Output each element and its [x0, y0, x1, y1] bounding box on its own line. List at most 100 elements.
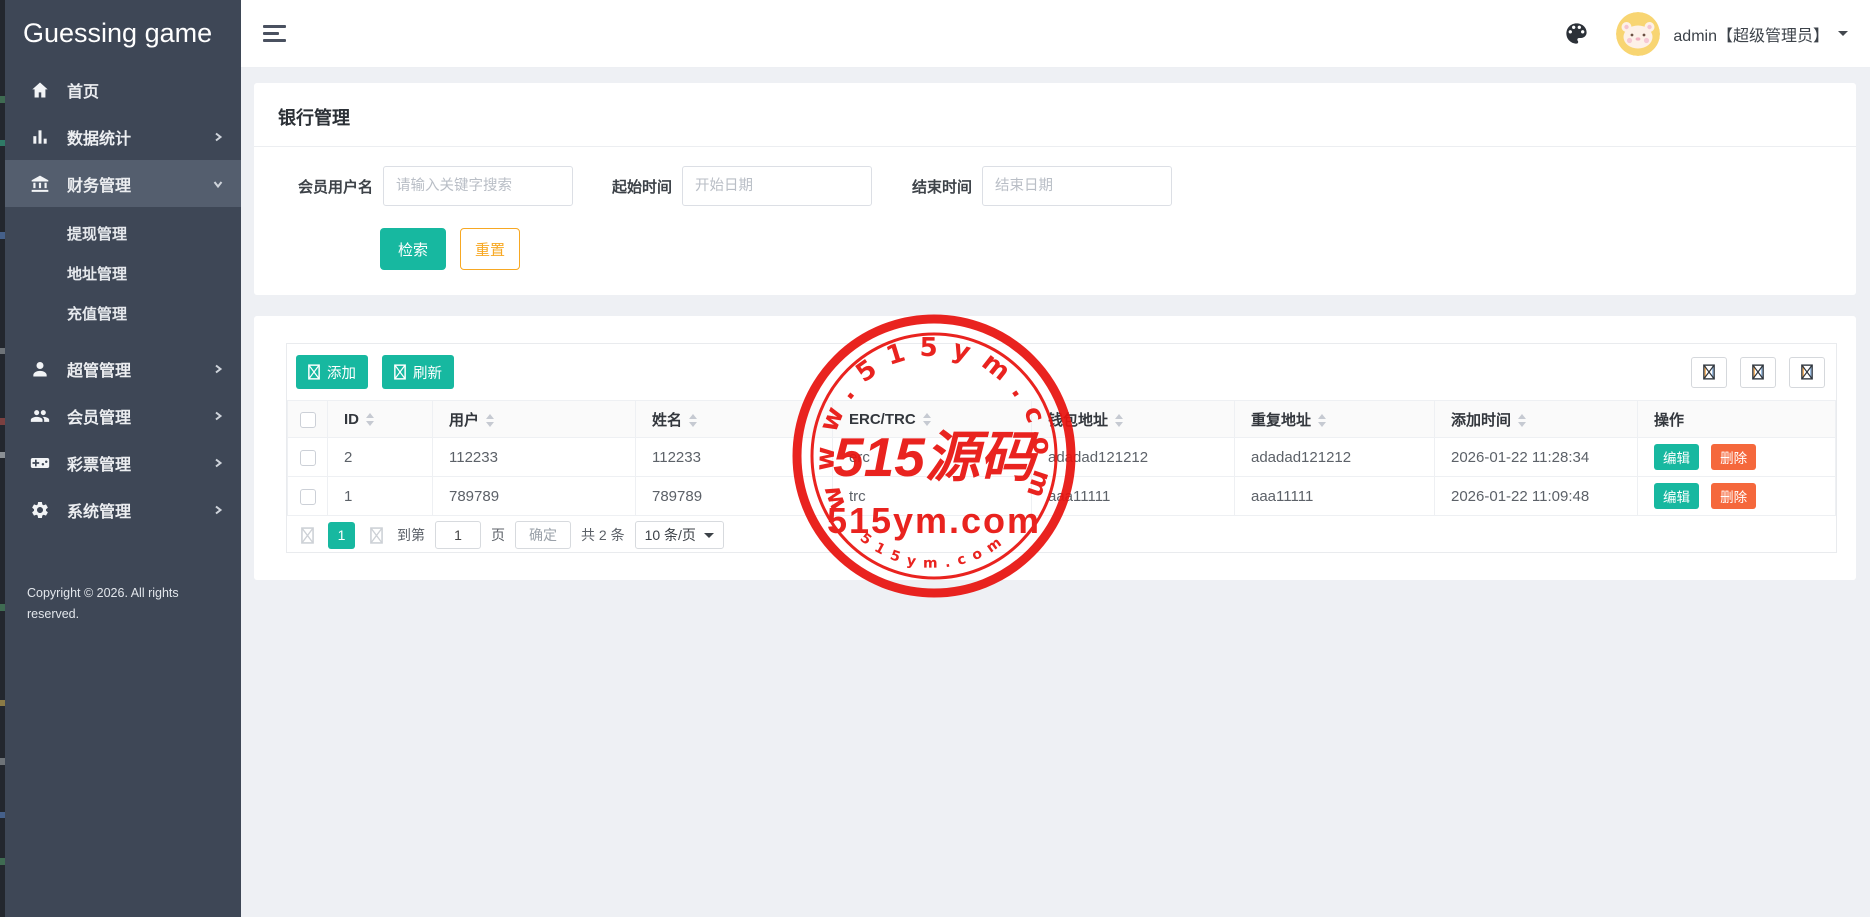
sidebar-item-lottery[interactable]: 彩票管理: [5, 439, 241, 486]
table-row: 1 789789 789789 trc aaa11111 aaa11111 20…: [288, 477, 1836, 516]
cell-erctrc: trc: [833, 477, 1032, 516]
missing-glyph-icon: [308, 364, 320, 380]
page-title: 银行管理: [254, 83, 1856, 130]
caret-down-icon[interactable]: [1838, 31, 1848, 36]
row-checkbox[interactable]: [300, 489, 316, 505]
sort-icon[interactable]: [923, 413, 931, 426]
sort-icon[interactable]: [1115, 414, 1123, 427]
username-search-input[interactable]: [383, 166, 573, 206]
delete-button[interactable]: 删除: [1711, 483, 1756, 509]
sort-icon[interactable]: [689, 414, 697, 427]
reset-button[interactable]: 重置: [460, 228, 520, 270]
filter-card: 银行管理 会员用户名 起始时间 结束时间 检索 重置: [254, 83, 1856, 295]
goto-page-input[interactable]: [435, 521, 481, 549]
col-header-wallet[interactable]: 钱包地址: [1032, 401, 1235, 438]
missing-glyph-icon: [370, 527, 383, 544]
cell-add-time: 2026-01-22 11:28:34: [1435, 438, 1638, 477]
cell-wallet: adadad121212: [1032, 438, 1235, 477]
col-header-erctrc[interactable]: ERC/TRC: [833, 401, 1032, 438]
divider: [254, 146, 1856, 147]
delete-button[interactable]: 删除: [1711, 444, 1756, 470]
missing-glyph-icon: [1752, 364, 1764, 380]
tool-button-3[interactable]: [1789, 357, 1825, 388]
user-menu[interactable]: admin【超级管理员】: [1673, 22, 1829, 46]
start-date-input[interactable]: [682, 166, 872, 206]
chevron-down-icon: [213, 179, 223, 189]
sort-icon[interactable]: [486, 414, 494, 427]
row-checkbox[interactable]: [300, 450, 316, 466]
bar-chart-icon: [30, 127, 50, 147]
select-all-checkbox[interactable]: [300, 412, 316, 428]
chevron-right-icon: [213, 132, 223, 142]
sidebar-item-label: 超管管理: [67, 357, 131, 381]
cell-id: 2: [328, 438, 433, 477]
table-wrapper: 添加 刷新 ID 用户 姓名: [286, 343, 1837, 553]
sidebar-subitem-withdraw[interactable]: 提现管理: [5, 215, 241, 255]
cell-user: 112233: [433, 438, 636, 477]
avatar-image: [1616, 12, 1660, 56]
table-toolbar: 添加 刷新: [287, 344, 1836, 400]
edit-button[interactable]: 编辑: [1654, 444, 1699, 470]
sidebar-item-label: 财务管理: [67, 172, 131, 196]
tool-button-2[interactable]: [1740, 357, 1776, 388]
sidebar-item-statistics[interactable]: 数据统计: [5, 113, 241, 160]
person-icon: [30, 359, 50, 379]
sort-icon[interactable]: [1518, 414, 1526, 427]
page-number-active[interactable]: 1: [328, 522, 355, 549]
cell-dup-wallet: aaa11111: [1235, 477, 1435, 516]
prev-page-button[interactable]: [296, 522, 318, 548]
theme-palette-icon[interactable]: [1563, 20, 1590, 47]
add-button-label: 添加: [327, 362, 356, 383]
hamburger-menu-icon[interactable]: [263, 25, 286, 42]
missing-glyph-icon: [301, 527, 314, 544]
gamepad-icon: [30, 453, 50, 473]
edit-button[interactable]: 编辑: [1654, 483, 1699, 509]
sidebar-item-label: 数据统计: [67, 125, 131, 149]
col-header-user[interactable]: 用户: [433, 401, 636, 438]
goto-confirm-button[interactable]: 确定: [515, 521, 571, 549]
cell-add-time: 2026-01-22 11:09:48: [1435, 477, 1638, 516]
sort-icon[interactable]: [366, 413, 374, 426]
per-page-value: 10 条/页: [645, 525, 696, 545]
topbar-right: admin【超级管理员】: [1563, 12, 1848, 56]
people-icon: [30, 406, 50, 426]
avatar[interactable]: [1616, 12, 1660, 56]
col-header-name[interactable]: 姓名: [636, 401, 833, 438]
goto-suffix-label: 页: [491, 525, 505, 545]
cell-name: 789789: [636, 477, 833, 516]
chevron-right-icon: [213, 364, 223, 374]
sidebar-item-label: 首页: [67, 78, 99, 102]
col-header-actions: 操作: [1638, 401, 1836, 438]
chevron-right-icon: [213, 411, 223, 421]
sort-icon[interactable]: [1318, 414, 1326, 427]
add-button[interactable]: 添加: [296, 355, 368, 389]
col-header-add-time[interactable]: 添加时间: [1435, 401, 1638, 438]
next-page-button[interactable]: [365, 522, 387, 548]
sidebar-item-system[interactable]: 系统管理: [5, 486, 241, 533]
sidebar-subitem-recharge[interactable]: 充值管理: [5, 295, 241, 335]
data-table: ID 用户 姓名 ERC/TRC 钱包地址 重复地址 添加时间 操作 2 112…: [287, 400, 1836, 516]
pagination: 1 到第 页 确定 共 2 条 10 条/页: [287, 516, 1836, 554]
sidebar-item-finance[interactable]: 财务管理: [5, 160, 241, 207]
chevron-right-icon: [213, 505, 223, 515]
search-button[interactable]: 检索: [380, 228, 446, 270]
sidebar-item-superadmin[interactable]: 超管管理: [5, 345, 241, 392]
table-tools: [1691, 357, 1827, 388]
sidebar-item-home[interactable]: 首页: [5, 66, 241, 113]
table-card: 添加 刷新 ID 用户 姓名: [254, 316, 1856, 580]
col-header-id[interactable]: ID: [328, 401, 433, 438]
gear-icon: [30, 500, 50, 520]
per-page-select[interactable]: 10 条/页: [635, 521, 724, 549]
refresh-button[interactable]: 刷新: [382, 355, 454, 389]
end-date-input[interactable]: [982, 166, 1172, 206]
col-header-dup-wallet[interactable]: 重复地址: [1235, 401, 1435, 438]
cell-actions: 编辑 删除: [1638, 438, 1836, 477]
sidebar-subitem-address[interactable]: 地址管理: [5, 255, 241, 295]
tool-button-1[interactable]: [1691, 357, 1727, 388]
sidebar-item-members[interactable]: 会员管理: [5, 392, 241, 439]
refresh-button-label: 刷新: [413, 362, 442, 383]
table-row: 2 112233 112233 erc adadad121212 adadad1…: [288, 438, 1836, 477]
missing-glyph-icon: [1703, 364, 1715, 380]
bank-icon: [30, 174, 50, 194]
cell-name: 112233: [636, 438, 833, 477]
